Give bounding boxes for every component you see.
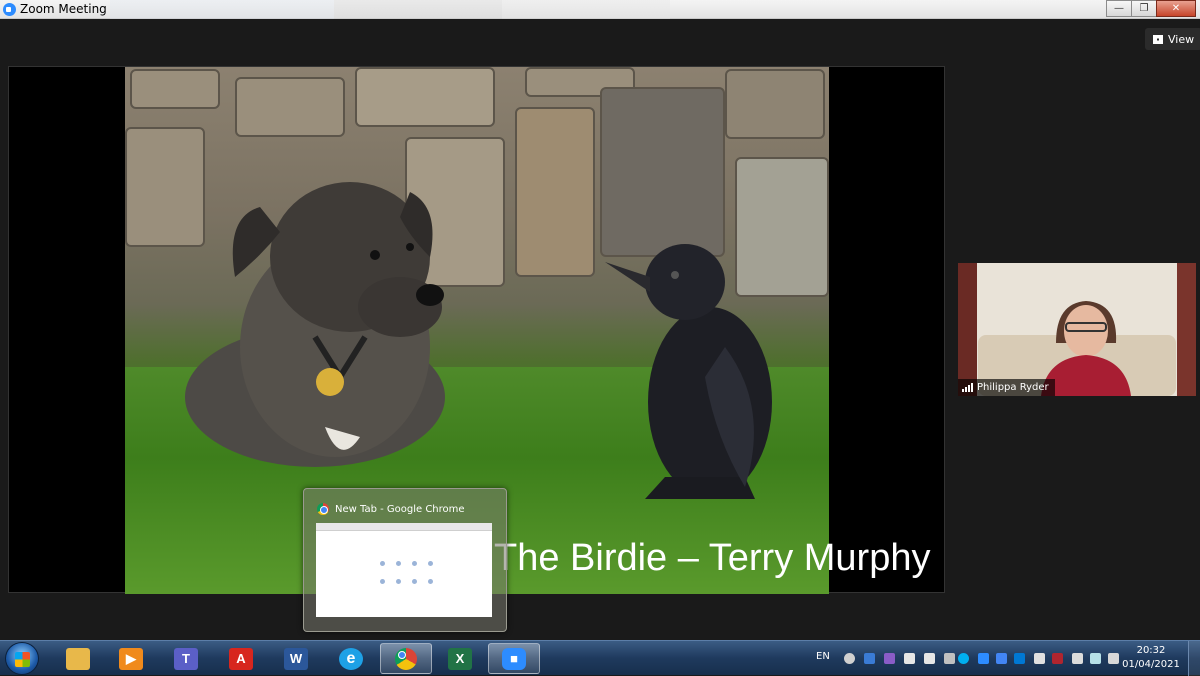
wall-stone bbox=[600, 87, 725, 257]
chrome-icon bbox=[395, 647, 417, 670]
teams-icon: T bbox=[174, 647, 198, 670]
wall-stone bbox=[235, 77, 345, 137]
taskbar-microsoft-word[interactable]: W bbox=[270, 643, 322, 674]
tray-display-icon[interactable] bbox=[1090, 653, 1101, 664]
tray-flag-icon[interactable] bbox=[1072, 653, 1083, 664]
grid-icon bbox=[1153, 34, 1163, 44]
tray-settings-icon[interactable] bbox=[844, 653, 855, 664]
meeting-area: View The Birdie – Terry Murphy Philippa … bbox=[0, 20, 1200, 640]
taskbar-adobe-reader[interactable]: A bbox=[215, 643, 267, 674]
folder-icon bbox=[66, 647, 90, 670]
wall-stone bbox=[130, 69, 220, 109]
signal-strength-icon bbox=[962, 383, 973, 392]
clock-time: 20:32 bbox=[1136, 645, 1166, 656]
minimize-button[interactable]: — bbox=[1106, 0, 1132, 17]
shortcut-icon bbox=[428, 561, 433, 566]
window-controls: — ❐ ✕ bbox=[1106, 0, 1196, 17]
shortcut-icon bbox=[380, 561, 385, 566]
shortcut-icon bbox=[396, 579, 401, 584]
preview-thumbnail bbox=[316, 523, 492, 617]
taskbar-google-chrome[interactable] bbox=[380, 643, 432, 674]
participant-video-tile[interactable]: Philippa Ryder bbox=[958, 263, 1196, 396]
wall-stone bbox=[515, 107, 595, 277]
taskbar-file-explorer[interactable] bbox=[52, 643, 104, 674]
preview-header: New Tab - Google Chrome bbox=[317, 503, 465, 515]
view-button-label: View bbox=[1168, 32, 1195, 46]
maximize-button[interactable]: ❐ bbox=[1131, 0, 1157, 17]
preview-browser-bar bbox=[316, 523, 492, 531]
taskbar-media-player[interactable]: ▶ bbox=[105, 643, 157, 674]
crow-illustration bbox=[605, 244, 772, 499]
shortcut-icon bbox=[428, 579, 433, 584]
word-icon: W bbox=[284, 647, 308, 670]
show-desktop-button[interactable] bbox=[1188, 641, 1200, 676]
shortcut-icon bbox=[412, 561, 417, 566]
taskbar-internet-explorer[interactable]: e bbox=[325, 643, 377, 674]
tray-wifi-icon[interactable] bbox=[904, 653, 915, 664]
dog-illustration bbox=[185, 182, 445, 467]
window-titlebar: Zoom Meeting — ❐ ✕ bbox=[0, 0, 1200, 19]
pdf-icon: A bbox=[229, 647, 253, 670]
shortcut-icon bbox=[396, 561, 401, 566]
system-tray: EN bbox=[810, 641, 1140, 676]
zoom-icon: ■ bbox=[502, 647, 526, 670]
tray-sync-icon[interactable] bbox=[944, 653, 955, 664]
close-button[interactable]: ✕ bbox=[1156, 0, 1196, 17]
participant-name-tag: Philippa Ryder bbox=[958, 379, 1055, 396]
excel-icon: X bbox=[448, 647, 472, 670]
start-button[interactable] bbox=[5, 642, 39, 675]
clock-date: 01/04/2021 bbox=[1122, 659, 1180, 670]
participant-name: Philippa Ryder bbox=[977, 382, 1049, 393]
ie-icon: e bbox=[339, 647, 363, 670]
tray-network-icon[interactable] bbox=[1034, 653, 1045, 664]
play-icon: ▶ bbox=[119, 647, 143, 670]
windows-logo-icon bbox=[15, 652, 30, 667]
system-clock[interactable]: 20:32 01/04/2021 bbox=[1120, 644, 1182, 672]
preview-title: New Tab - Google Chrome bbox=[335, 503, 465, 515]
tray-zoom-icon[interactable] bbox=[978, 653, 989, 664]
taskbar-zoom[interactable]: ■ bbox=[488, 643, 540, 674]
tray-onenote-icon[interactable] bbox=[884, 653, 895, 664]
view-button[interactable]: View bbox=[1145, 28, 1200, 50]
tray-chrome-icon[interactable] bbox=[996, 653, 1007, 664]
shortcut-icon bbox=[412, 579, 417, 584]
tray-power-icon[interactable] bbox=[1108, 653, 1119, 664]
background-window-ghost bbox=[110, 0, 670, 19]
wall-stone bbox=[355, 67, 495, 127]
language-indicator[interactable]: EN bbox=[816, 651, 830, 662]
shortcut-icon bbox=[380, 579, 385, 584]
tray-security-icon[interactable] bbox=[1052, 653, 1063, 664]
window-title: Zoom Meeting bbox=[20, 2, 107, 16]
windows-taskbar: ▶ T A W e X ■ EN 20:32 01/04/2021 bbox=[0, 640, 1200, 676]
taskbar-microsoft-excel[interactable]: X bbox=[434, 643, 486, 674]
taskbar-microsoft-teams[interactable]: T bbox=[160, 643, 212, 674]
chrome-icon bbox=[317, 503, 329, 515]
wall-stone bbox=[725, 69, 825, 139]
tray-teamviewer-icon[interactable] bbox=[1014, 653, 1025, 664]
taskbar-window-preview[interactable]: New Tab - Google Chrome bbox=[303, 488, 507, 632]
tray-volume-icon[interactable] bbox=[924, 653, 935, 664]
slide-caption: The Birdie – Terry Murphy bbox=[494, 537, 931, 579]
tray-app-icon[interactable] bbox=[864, 653, 875, 664]
zoom-app-icon bbox=[3, 3, 16, 16]
tray-skype-icon[interactable] bbox=[958, 653, 969, 664]
